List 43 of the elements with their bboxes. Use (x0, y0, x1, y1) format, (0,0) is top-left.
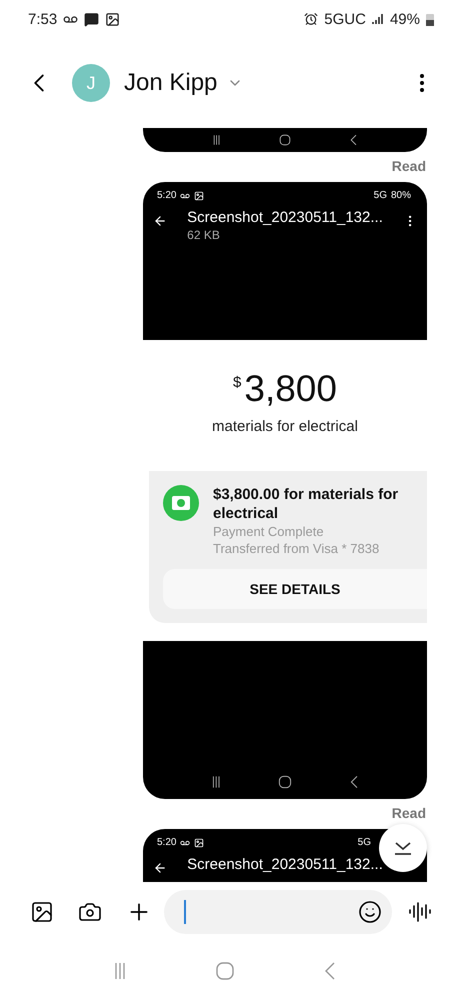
payment-memo: materials for electrical (212, 418, 358, 435)
back-icon[interactable] (350, 775, 358, 789)
image-icon (105, 12, 120, 26)
signal-icon (372, 13, 384, 25)
payment-status: Payment Complete (213, 523, 325, 540)
image-message[interactable] (143, 128, 427, 152)
camera-icon[interactable] (78, 900, 102, 924)
read-receipt: Read (392, 158, 427, 174)
payment-title: $3,800.00 for materials for electrical (213, 485, 400, 523)
status-time: 5:20 (157, 190, 176, 201)
file-name: Screenshot_20230511_132... (187, 209, 383, 226)
battery-level: 80% (390, 190, 411, 201)
image-icon (194, 838, 204, 848)
recent-apps-icon[interactable] (212, 134, 220, 146)
file-size: 62 KB (187, 228, 221, 242)
contact-name[interactable]: Jon Kipp (124, 69, 218, 97)
image-message[interactable]: 5:20 5G 80% Screenshot_20230511_132... 62 KB $3,800 materials for electrical $3,800.00 for materials for electrical Payment Complete Transferred from Visa * 7838 SEE DETAILS (143, 182, 427, 799)
file-name: Screenshot_20230511_132... (187, 856, 383, 873)
battery-icon (426, 12, 434, 26)
back-icon[interactable] (350, 134, 358, 146)
see-details-button[interactable]: SEE DETAILS (163, 569, 427, 609)
status-time: 5:20 (157, 837, 176, 848)
voice-icon[interactable] (408, 900, 432, 924)
gallery-icon[interactable] (30, 900, 54, 924)
recent-apps-icon[interactable] (212, 775, 220, 789)
currency-symbol: $ (233, 374, 242, 391)
chevron-down-icon (393, 840, 413, 856)
image-icon (194, 190, 204, 200)
emoji-icon[interactable] (358, 900, 382, 924)
network-label: 5GUC (324, 10, 366, 28)
payment-source: Transferred from Visa * 7838 (213, 540, 380, 557)
message-field[interactable] (164, 890, 392, 934)
status-time: 7:53 (28, 10, 58, 28)
home-icon[interactable] (278, 134, 291, 146)
battery-level: 49% (390, 10, 420, 28)
alarm-icon (304, 12, 318, 26)
home-icon[interactable] (278, 775, 292, 789)
network-label: 5G (358, 837, 371, 848)
payment-amount: 3,800 (244, 368, 337, 410)
message-icon (84, 12, 100, 26)
money-icon (163, 485, 199, 521)
read-receipt: Read (392, 805, 427, 821)
network-label: 5G (374, 190, 387, 201)
